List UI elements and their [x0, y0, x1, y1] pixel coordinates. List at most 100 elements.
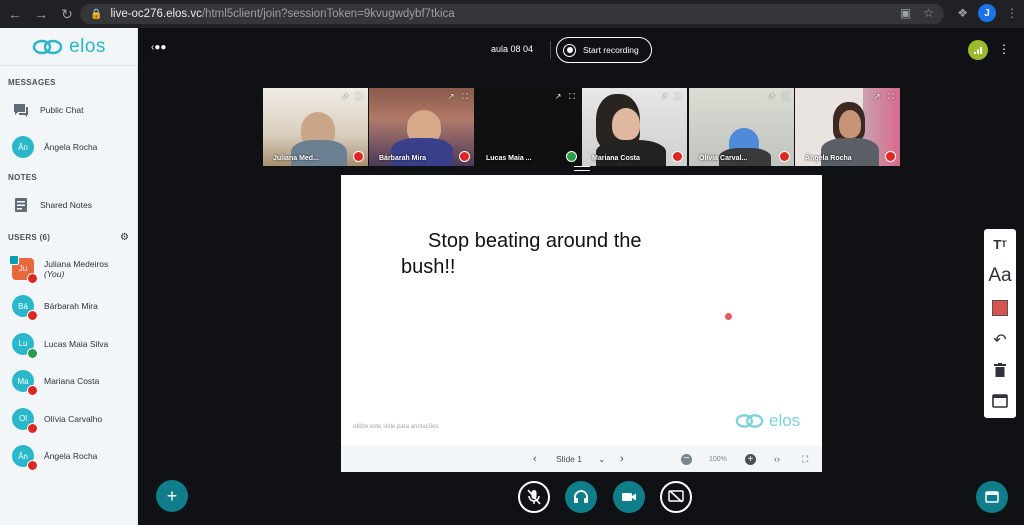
slide-selector[interactable]: Slide 1 — [556, 454, 582, 464]
forward-icon[interactable]: → — [30, 3, 52, 25]
popout-icon[interactable]: ↗ — [661, 92, 668, 102]
prev-slide-icon[interactable]: ‹ — [533, 453, 537, 465]
zoom-out-icon[interactable]: − — [681, 453, 692, 465]
muted-mic-icon — [27, 272, 38, 284]
video-tile[interactable]: ↗ ⛶ Olívia Carval... — [689, 88, 794, 166]
video-tile[interactable]: ↗ ⛶ Juliana Med... — [263, 88, 368, 166]
fullscreen-icon[interactable]: ⛶ — [802, 454, 808, 465]
options-menu-icon[interactable]: ⋮ — [998, 42, 1010, 56]
text-tool-icon[interactable]: TT — [984, 229, 1016, 259]
video-label: Bárbarah Mira — [379, 155, 427, 162]
connection-status-icon[interactable] — [968, 40, 988, 60]
back-icon[interactable]: ← — [4, 3, 26, 25]
video-tile[interactable]: ↗ ⛶ Lucas Maia ... — [476, 88, 581, 166]
record-icon — [563, 43, 576, 57]
video-camera-icon — [622, 493, 636, 501]
pointer-dot — [725, 313, 732, 320]
bookmark-star-icon[interactable]: ☆ — [923, 6, 934, 20]
plus-icon: + — [166, 485, 178, 506]
undo-icon[interactable]: ↶ — [984, 325, 1016, 355]
popout-icon[interactable]: ↗ — [768, 92, 775, 102]
browser-toolbar: ← → ↻ 🔒 live-oc276.elos.vc/html5client/j… — [0, 0, 1024, 28]
profile-avatar[interactable]: J — [978, 4, 996, 22]
video-tile[interactable]: ↗ ⛶ Bárbarah Mira — [369, 88, 474, 166]
video-tile[interactable]: ↗ ⛶ Ângela Rocha — [795, 88, 900, 166]
muted-mic-icon — [353, 151, 364, 162]
avatar: Ân — [12, 136, 34, 158]
user-list-item[interactable]: Ol Olívia Carvalho — [0, 400, 137, 438]
notes-icon — [12, 196, 30, 214]
elos-logo: elos — [0, 28, 137, 66]
fullscreen-icon[interactable]: ⛶ — [675, 92, 681, 102]
color-picker-icon[interactable] — [984, 293, 1016, 323]
user-list-item[interactable]: Ân Ângela Rocha — [0, 438, 137, 476]
avatar: Ol — [12, 407, 38, 434]
muted-mic-icon — [459, 151, 470, 162]
address-bar[interactable]: 🔒 live-oc276.elos.vc/html5client/join?se… — [80, 4, 944, 24]
presentation-icon — [985, 491, 999, 503]
public-chat-item[interactable]: Public Chat — [0, 93, 137, 127]
fullscreen-icon[interactable]: ⛶ — [569, 92, 575, 102]
fullscreen-icon[interactable]: ⛶ — [888, 92, 894, 102]
popout-icon[interactable]: ↗ — [874, 92, 881, 102]
headphones-icon — [574, 490, 588, 503]
chrome-menu-icon[interactable]: ⋮ — [1006, 6, 1018, 20]
chevron-down-icon[interactable]: ⌄ — [598, 454, 606, 465]
restore-presentation-button[interactable] — [976, 481, 1008, 513]
mute-button[interactable] — [518, 481, 550, 513]
reload-icon[interactable]: ↻ — [56, 3, 78, 25]
avatar: Lu — [12, 332, 38, 359]
popout-icon[interactable]: ↗ — [448, 92, 455, 102]
resize-handle[interactable] — [574, 166, 590, 171]
notes-title: NOTES — [8, 173, 38, 182]
fullscreen-icon[interactable]: ⛶ — [782, 92, 788, 102]
toggle-userlist-icon[interactable]: ‹●● — [151, 42, 166, 53]
fit-width-icon[interactable]: ‹› — [774, 454, 780, 464]
screen-share-button[interactable] — [660, 481, 692, 513]
camera-permission-icon[interactable]: ▣ — [900, 6, 911, 20]
avatar: Ma — [12, 370, 38, 397]
private-chat-item[interactable]: Ân Ângela Rocha — [0, 127, 137, 167]
user-name: Juliana Medeiros (You) — [44, 258, 109, 279]
font-size-icon[interactable]: Aa — [984, 261, 1016, 291]
presentation-slide[interactable]: Stop beating around the bush!! utilize e… — [341, 175, 822, 446]
slide-annotation-text: Stop beating around the bush!! — [401, 230, 642, 278]
fullscreen-icon[interactable]: ⛶ — [462, 92, 468, 102]
video-label: Ângela Rocha — [805, 155, 852, 162]
mic-muted-icon — [527, 489, 541, 505]
fullscreen-icon[interactable]: ⛶ — [356, 92, 362, 102]
meeting-title: aula 08 04 — [491, 44, 534, 54]
video-label: Lucas Maia ... — [486, 155, 532, 162]
private-chat-label: Ângela Rocha — [44, 142, 98, 152]
user-list-item[interactable]: Lu Lucas Maia Silva — [0, 325, 137, 363]
trash-icon[interactable] — [984, 355, 1016, 385]
gear-icon[interactable]: ⚙ — [120, 232, 129, 243]
camera-button[interactable] — [613, 481, 645, 513]
extensions-icon[interactable]: ❖ — [957, 6, 968, 20]
user-list-item[interactable]: Bá Bárbarah Mira — [0, 288, 137, 326]
user-name: Olívia Carvalho — [44, 413, 103, 424]
video-label: Olívia Carval... — [699, 155, 748, 162]
popout-icon[interactable]: ↗ — [342, 92, 349, 102]
user-list-item[interactable]: Ma Mariana Costa — [0, 363, 137, 401]
muted-mic-icon — [27, 460, 38, 472]
divider — [550, 41, 551, 59]
zoom-in-icon[interactable]: + — [745, 453, 756, 465]
video-tile[interactable]: ↗ ⛶ Mariana Costa — [582, 88, 687, 166]
popout-icon[interactable]: ↗ — [555, 92, 562, 102]
shared-notes-item[interactable]: Shared Notes — [0, 188, 137, 222]
start-recording-button[interactable]: Start recording — [556, 37, 652, 63]
muted-mic-icon — [27, 385, 38, 397]
audio-button[interactable] — [565, 481, 597, 513]
public-chat-label: Public Chat — [40, 105, 84, 115]
user-list-item[interactable]: Ju Juliana Medeiros (You) — [0, 250, 137, 288]
headphones-icon — [27, 347, 38, 359]
actions-button[interactable]: + — [156, 480, 188, 512]
logo-text: elos — [69, 35, 106, 57]
next-slide-icon[interactable]: › — [620, 453, 624, 465]
user-name: Mariana Costa — [44, 376, 100, 387]
user-name: Lucas Maia Silva — [44, 338, 109, 349]
whiteboard-icon[interactable] — [984, 386, 1016, 416]
elos-logo-icon — [32, 39, 63, 54]
elos-logo-icon — [735, 414, 764, 428]
